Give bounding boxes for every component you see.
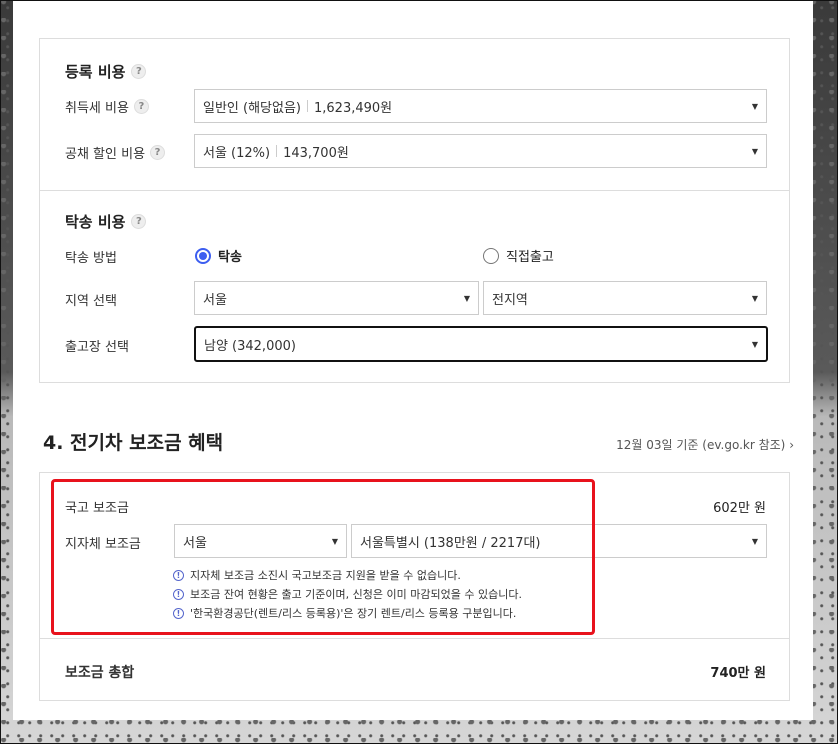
chevron-down-icon: ▼ <box>331 536 338 546</box>
info-icon: ! <box>173 569 184 581</box>
subsidy-note: ! 보조금 잔여 현황은 출고 기준이며, 신청은 이미 마감되었을 수 있습니… <box>173 586 522 602</box>
bond-discount-label: 공채 할인 비용 ? <box>65 143 166 162</box>
help-icon[interactable]: ? <box>150 145 166 160</box>
radio-checked-icon <box>195 247 211 264</box>
region-city-value: 서울 <box>203 292 227 308</box>
info-icon: ! <box>173 588 184 600</box>
chevron-down-icon: ▼ <box>751 293 758 303</box>
local-city-value: 서울 <box>183 535 207 551</box>
region-city-select[interactable]: 서울 ▼ <box>194 281 479 315</box>
national-subsidy-label-text: 국고 보조금 <box>65 501 129 516</box>
help-icon[interactable]: ? <box>131 64 147 79</box>
release-label: 출고장 선택 <box>65 336 129 355</box>
radio-delivery[interactable]: 탁송 <box>195 246 242 265</box>
national-subsidy-amount: 602만 원 <box>713 501 766 516</box>
national-subsidy-label: 국고 보조금 <box>65 497 129 516</box>
total-subsidy-label: 보조금 총합 <box>65 662 134 682</box>
radio-delivery-label: 탁송 <box>218 250 242 265</box>
chevron-down-icon: ▼ <box>463 293 470 303</box>
delivery-method-label: 탁송 방법 <box>65 247 117 266</box>
chevron-down-icon: ▼ <box>751 146 758 156</box>
chevron-right-icon: › <box>789 438 794 452</box>
divider <box>40 638 789 639</box>
chevron-down-icon: ▼ <box>751 101 758 111</box>
total-subsidy-amount: 740만 원 <box>710 666 766 681</box>
subsidy-reference-text: 12월 03일 기준 (ev.go.kr 참조) <box>616 438 786 452</box>
local-subsidy-label: 지자체 보조금 <box>65 533 141 552</box>
bond-discount-amount: 143,700원 <box>283 145 349 161</box>
acquisition-tax-option: 일반인 (해당없음) <box>203 100 301 116</box>
chevron-down-icon: ▼ <box>751 536 758 546</box>
subsidy-note-text: '한국환경공단(렌트/리스 등록용)'은 장기 렌트/리스 등록용 구분입니다. <box>190 607 517 620</box>
subsidy-note: ! '한국환경공단(렌트/리스 등록용)'은 장기 렌트/리스 등록용 구분입니… <box>173 605 516 621</box>
radio-direct-release-label: 직접출고 <box>506 250 554 265</box>
subsidy-note-text: 지자체 보조금 소진시 국고보조금 지원을 받을 수 없습니다. <box>190 569 461 582</box>
acquisition-tax-label: 취득세 비용 ? <box>65 97 149 116</box>
subsidy-note: ! 지자체 보조금 소진시 국고보조금 지원을 받을 수 없습니다. <box>173 567 461 583</box>
acquisition-tax-amount: 1,623,490원 <box>314 100 393 116</box>
acquisition-tax-label-text: 취득세 비용 <box>65 101 129 116</box>
delivery-method-label-text: 탁송 방법 <box>65 251 117 266</box>
divider <box>40 190 789 191</box>
registration-title: 등록 비용 ? <box>65 61 147 82</box>
bond-discount-option: 서울 (12%) <box>203 145 271 161</box>
radio-direct-release[interactable]: 직접출고 <box>483 246 554 265</box>
region-area-select[interactable]: 전지역 ▼ <box>483 281 767 315</box>
release-label-text: 출고장 선택 <box>65 340 129 355</box>
region-area-value: 전지역 <box>492 292 528 308</box>
subsidy-heading: 4. 전기차 보조금 혜택 <box>43 432 224 454</box>
delivery-title-text: 탁송 비용 <box>65 213 126 231</box>
subsidy-reference-link[interactable]: 12월 03일 기준 (ev.go.kr 참조) › <box>616 436 794 453</box>
release-select[interactable]: 남양 (342,000) ▼ <box>194 326 768 362</box>
separator <box>276 145 278 157</box>
registration-title-text: 등록 비용 <box>65 63 126 81</box>
local-detail-value: 서울특별시 (138만원 / 2217대) <box>360 535 541 551</box>
local-city-select[interactable]: 서울 ▼ <box>174 524 347 558</box>
bond-discount-label-text: 공채 할인 비용 <box>65 147 146 162</box>
cost-card: 등록 비용 ? 취득세 비용 ? 일반인 (해당없음) 1,623,490원 ▼… <box>39 38 790 383</box>
delivery-title: 탁송 비용 ? <box>65 211 147 232</box>
info-icon: ! <box>173 607 184 619</box>
radio-unchecked-icon <box>483 247 499 264</box>
separator <box>307 100 308 112</box>
region-label-text: 지역 선택 <box>65 294 117 309</box>
total-subsidy-label-text: 보조금 총합 <box>65 665 135 681</box>
chevron-down-icon: ▼ <box>751 339 758 349</box>
help-icon[interactable]: ? <box>133 99 149 114</box>
release-value: 남양 (342,000) <box>204 338 296 354</box>
local-subsidy-label-text: 지자체 보조금 <box>65 537 141 552</box>
acquisition-tax-select[interactable]: 일반인 (해당없음) 1,623,490원 ▼ <box>194 89 767 123</box>
local-detail-select[interactable]: 서울특별시 (138만원 / 2217대) ▼ <box>351 524 767 558</box>
bond-discount-select[interactable]: 서울 (12%) 143,700원 ▼ <box>194 134 767 168</box>
subsidy-note-text: 보조금 잔여 현황은 출고 기준이며, 신청은 이미 마감되었을 수 있습니다. <box>190 588 522 601</box>
help-icon[interactable]: ? <box>131 214 147 229</box>
region-label: 지역 선택 <box>65 290 117 309</box>
